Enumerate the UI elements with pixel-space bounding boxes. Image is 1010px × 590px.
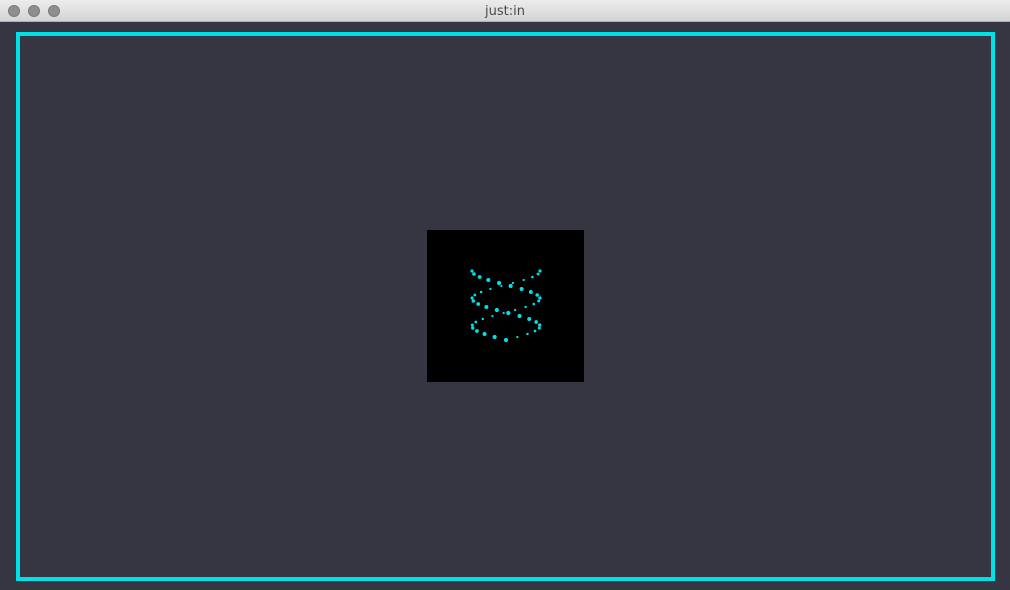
helix-dot <box>514 308 517 312</box>
helix-dot <box>500 284 503 288</box>
helix-dot <box>470 269 474 273</box>
helix-dot <box>537 299 541 303</box>
helix-dot <box>492 334 497 340</box>
helix-dot <box>502 311 505 315</box>
helix-dot <box>524 305 527 309</box>
helix-dot <box>506 310 511 316</box>
helix-dot <box>489 287 492 291</box>
helix-dot <box>479 290 483 294</box>
helix-dot <box>482 332 487 336</box>
helix-dot <box>519 286 524 292</box>
helix-dot <box>537 326 541 330</box>
helix-dot <box>496 280 502 286</box>
helix-dot <box>484 304 489 310</box>
helix-dot <box>476 302 481 306</box>
helix-dot <box>533 329 537 333</box>
helix-dot <box>511 281 515 285</box>
helix-dot <box>517 313 522 319</box>
dna-helix-loading-icon <box>470 269 542 343</box>
helix-dot <box>473 293 477 297</box>
helix-dot <box>481 317 485 321</box>
helix-dot <box>504 338 508 342</box>
helix-dot <box>522 278 525 282</box>
helix-dot <box>470 296 474 300</box>
helix-dot <box>527 317 532 321</box>
helix-dot <box>538 323 542 327</box>
helix-dot <box>526 332 529 336</box>
helix-dot <box>532 302 536 306</box>
helix-dot <box>491 314 494 318</box>
helix-dot <box>538 296 542 300</box>
helix-dot <box>474 320 478 324</box>
helix-dot <box>516 335 519 339</box>
helix-dot <box>536 272 540 276</box>
app-window: just:in <box>0 0 1010 590</box>
helix-dot <box>508 283 513 289</box>
helix-dot <box>472 272 476 276</box>
helix-dot <box>470 323 474 327</box>
helix-dot <box>475 329 479 333</box>
helix-dot <box>531 275 534 279</box>
helix-dot <box>528 290 533 294</box>
helix-dot <box>534 320 539 324</box>
helix-dot <box>477 275 482 279</box>
helix-dot <box>471 326 475 330</box>
helix-dot <box>535 293 539 297</box>
helix-dot <box>486 277 491 283</box>
loading-panel <box>427 230 584 382</box>
helix-dot <box>538 269 542 273</box>
window-title: just:in <box>485 4 525 19</box>
helix-dot <box>494 307 499 313</box>
helix-dot <box>471 299 475 303</box>
window-titlebar[interactable]: just:in <box>0 0 1010 22</box>
